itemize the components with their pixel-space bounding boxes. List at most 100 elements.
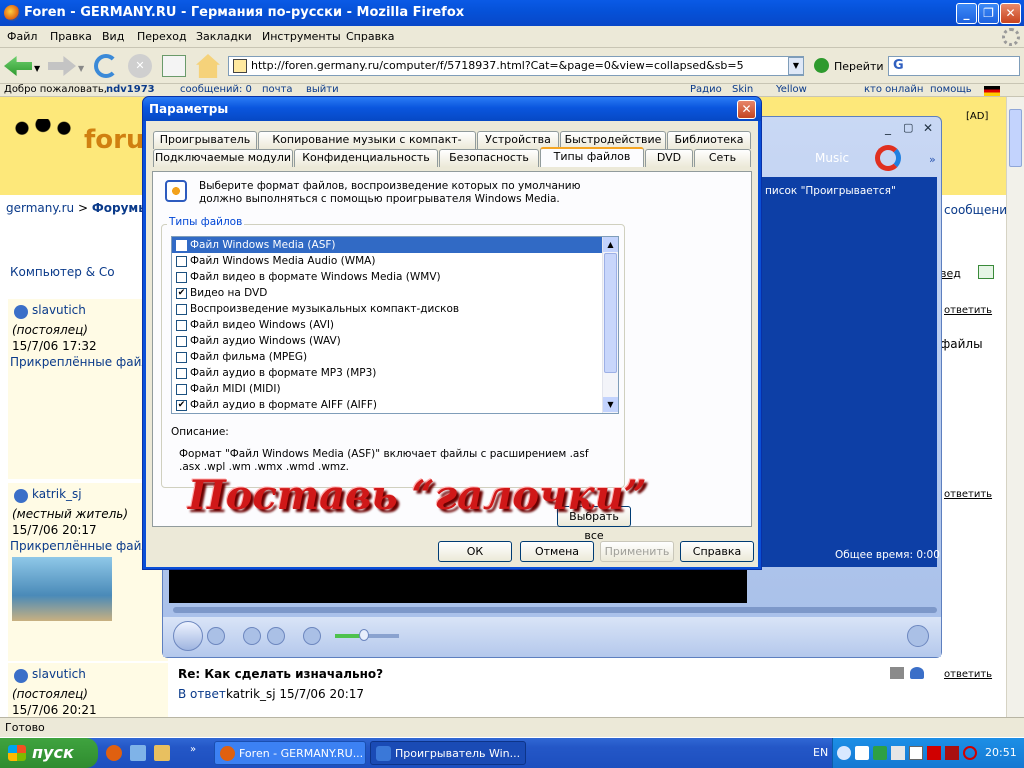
url-bar[interactable]: http://foren.germany.ru/computer/f/57189… xyxy=(228,56,804,76)
post-attachments[interactable]: Прикреплённые файлы xyxy=(10,539,159,553)
post-author[interactable]: slavutich xyxy=(32,667,86,681)
user-add-icon[interactable] xyxy=(910,667,924,679)
go-button[interactable]: Перейти xyxy=(834,60,884,73)
wmp-nav-arrow-icon[interactable]: » xyxy=(929,153,936,166)
mail-link[interactable]: почта xyxy=(262,84,293,96)
tray-no-icon[interactable] xyxy=(963,746,977,760)
quicklaunch-more-icon[interactable]: » xyxy=(190,744,196,755)
exit-link[interactable]: выйти xyxy=(306,84,339,96)
tab-rip-music[interactable]: Копирование музыки с компакт-диска xyxy=(258,131,476,162)
file-type-item[interactable]: Файл видео Windows (AVI) xyxy=(172,317,602,333)
file-type-checkbox[interactable] xyxy=(176,240,187,251)
tray-shield-icon[interactable] xyxy=(873,746,887,760)
stop-button-icon[interactable] xyxy=(207,627,225,645)
file-type-checkbox[interactable]: ✔ xyxy=(176,400,187,411)
search-box[interactable]: G xyxy=(888,56,1020,76)
tab-plugins[interactable]: Подключаемые модули xyxy=(153,149,293,167)
tab-file-types[interactable]: Типы файлов xyxy=(540,147,644,167)
task-media-player[interactable]: Проигрыватель Win... xyxy=(370,741,526,765)
back-arrow-icon[interactable] xyxy=(4,56,32,76)
quicklaunch-firefox-icon[interactable] xyxy=(106,745,122,761)
menu-edit[interactable]: Правка xyxy=(50,30,92,43)
reply-button[interactable]: ответить xyxy=(944,305,992,316)
menu-help[interactable]: Справка xyxy=(346,30,394,43)
tree-view-icon[interactable] xyxy=(978,265,994,279)
start-button[interactable]: пуск xyxy=(0,738,98,768)
breadcrumb-site[interactable]: germany.ru xyxy=(6,201,74,215)
post-author[interactable]: slavutich xyxy=(32,303,86,317)
file-type-item[interactable]: Файл Windows Media (ASF) xyxy=(172,237,602,253)
wmp-seek-bar[interactable] xyxy=(173,607,937,613)
tab-dvd[interactable]: DVD xyxy=(645,149,693,167)
file-type-checkbox[interactable]: ✔ xyxy=(176,288,187,299)
minimize-button[interactable]: _ xyxy=(956,3,977,24)
forward-dropdown-icon[interactable]: ▼ xyxy=(78,64,84,73)
user-link[interactable]: ndv1973 xyxy=(106,84,155,96)
file-types-list[interactable]: Файл Windows Media (ASF) Файл Windows Med… xyxy=(171,236,619,414)
stop-icon[interactable]: ✕ xyxy=(128,54,152,78)
file-type-item[interactable]: Файл видео в формате Windows Media (WMV) xyxy=(172,269,602,285)
scroll-up-icon[interactable]: ▲ xyxy=(603,237,618,252)
maximize-button[interactable]: ❐ xyxy=(978,3,999,24)
wmp-playlist-label[interactable]: писок "Проигрывается" xyxy=(765,185,896,197)
messages-link-right[interactable]: сообщения xyxy=(944,203,1006,217)
file-type-checkbox[interactable] xyxy=(176,320,187,331)
menu-view[interactable]: Вид xyxy=(102,30,124,43)
tab-privacy[interactable]: Конфиденциальность xyxy=(294,149,438,167)
forward-arrow-icon[interactable] xyxy=(48,56,76,76)
post-attachments[interactable]: Прикреплённые файлы xyxy=(10,355,159,369)
file-type-checkbox[interactable] xyxy=(176,336,187,347)
attachment-thumbnail[interactable] xyxy=(12,557,112,621)
wmp-maximize[interactable]: ▢ xyxy=(903,121,913,134)
file-type-item[interactable]: Файл аудио Windows (WAV) xyxy=(172,333,602,349)
file-type-item[interactable]: Файл фильма (MPEG) xyxy=(172,349,602,365)
reply-to-link[interactable]: В ответ xyxy=(178,687,226,701)
menu-go[interactable]: Переход xyxy=(137,30,187,43)
reload-icon[interactable] xyxy=(94,54,118,78)
file-type-item[interactable]: ✔ Файл аудио в формате AIFF (AIFF) xyxy=(172,397,602,413)
tab-network[interactable]: Сеть xyxy=(694,149,751,167)
mute-icon[interactable] xyxy=(303,627,321,645)
play-icon[interactable] xyxy=(173,621,203,651)
tab-security[interactable]: Безопасность xyxy=(439,149,539,167)
print-icon[interactable] xyxy=(890,667,904,679)
category-link[interactable]: Компьютер & Co xyxy=(10,265,115,279)
tree-view-label[interactable]: вед xyxy=(940,267,961,280)
quicklaunch-app-icon[interactable] xyxy=(154,745,170,761)
file-type-checkbox[interactable] xyxy=(176,272,187,283)
reply-button[interactable]: ответить xyxy=(944,489,992,500)
wmp-music-tab[interactable]: Music xyxy=(815,151,849,165)
file-type-item[interactable]: ✔ Видео на DVD xyxy=(172,285,602,301)
scroll-down-icon[interactable]: ▼ xyxy=(603,397,618,412)
skin-select[interactable]: Yellow xyxy=(776,84,807,96)
wmp-close[interactable]: ✕ xyxy=(923,121,933,135)
messages-link[interactable]: сообщений: 0 xyxy=(180,84,252,96)
menu-tools[interactable]: Инструменты xyxy=(262,30,341,43)
radio-link[interactable]: Радио xyxy=(690,84,722,96)
tray-back-icon[interactable] xyxy=(837,746,851,760)
back-dropdown-icon[interactable]: ▼ xyxy=(34,64,40,73)
menu-bookmarks[interactable]: Закладки xyxy=(196,30,252,43)
breadcrumb-forums[interactable]: Форумы xyxy=(92,201,149,215)
post-author[interactable]: katrik_sj xyxy=(32,487,82,501)
file-type-item[interactable]: Файл аудио в формате MP3 (MP3) xyxy=(172,365,602,381)
file-type-item[interactable]: Файл Windows Media Audio (WMA) xyxy=(172,253,602,269)
file-type-checkbox[interactable] xyxy=(176,304,187,315)
cancel-button[interactable]: Отмена xyxy=(520,541,594,562)
fullscreen-icon[interactable] xyxy=(907,625,929,647)
tab-player[interactable]: Проигрыватель xyxy=(153,131,257,149)
list-scroll-thumb[interactable] xyxy=(604,253,617,373)
file-type-checkbox[interactable] xyxy=(176,352,187,363)
close-button[interactable]: ✕ xyxy=(1000,3,1021,24)
tab-library[interactable]: Библиотека xyxy=(667,131,751,149)
file-type-item[interactable]: Файл MIDI (MIDI) xyxy=(172,381,602,397)
new-tab-icon[interactable] xyxy=(162,55,186,77)
tray-k-icon[interactable] xyxy=(945,746,959,760)
menu-file[interactable]: Файл xyxy=(7,30,37,43)
wmp-minimize[interactable]: _ xyxy=(885,121,891,135)
help-link[interactable]: помощь xyxy=(930,84,972,96)
online-link[interactable]: кто онлайн xyxy=(864,84,923,96)
volume-knob[interactable] xyxy=(359,629,369,641)
firefox-titlebar[interactable]: Foren - GERMANY.RU - Германия по-русски … xyxy=(0,0,1024,26)
skin-link[interactable]: Skin xyxy=(732,84,753,96)
